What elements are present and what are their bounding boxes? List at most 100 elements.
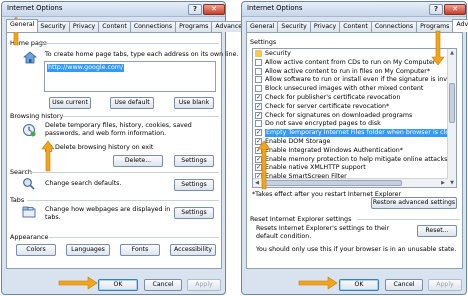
setting-checkbox[interactable] [255, 85, 262, 93]
apply-button[interactable]: Apply [428, 279, 462, 291]
search-header: Search [10, 168, 32, 176]
list-item-label: Check for signatures on downloaded progr… [265, 111, 413, 119]
help-icon[interactable]: ? [188, 4, 202, 15]
ok-button[interactable]: OK [339, 279, 379, 291]
cancel-button[interactable]: Cancel [385, 279, 423, 291]
advanced-settings-list[interactable]: Security Allow active content from CDs to… [252, 48, 457, 188]
divider [357, 219, 460, 220]
title-bar: Internet Options ? ✕ [2, 2, 225, 17]
title-bar: Internet Options ? ✕ [242, 2, 466, 17]
window-title: Internet Options [247, 4, 303, 12]
use-blank-button[interactable]: Use blank [174, 97, 214, 109]
horizontal-scrollbar[interactable]: ◀ ▶ [253, 178, 448, 187]
home-page-textarea[interactable]: http://www.google.com/ [44, 61, 216, 92]
reset-description: Resets Internet Explorer's settings to t… [256, 225, 390, 240]
setting-checkbox[interactable] [255, 67, 262, 75]
delete-button[interactable]: Delete... [113, 155, 163, 167]
setting-checkbox[interactable] [255, 76, 262, 84]
scroll-right-icon[interactable]: ▶ [439, 179, 447, 187]
close-icon[interactable]: ✕ [203, 4, 225, 15]
setting-checkbox[interactable]: ✓ [255, 103, 262, 110]
reset-note: You should only use this if your browser… [256, 246, 457, 253]
use-current-button[interactable]: Use current [49, 97, 91, 109]
divider [39, 43, 219, 44]
up-arrow-icon [431, 30, 445, 66]
scroll-thumb[interactable] [449, 83, 455, 123]
divider [59, 116, 219, 117]
accessibility-button[interactable]: Accessibility [170, 244, 216, 256]
browsing-history-header: Browsing history [10, 112, 64, 120]
list-item-label: Security [265, 50, 291, 57]
tab-privacy[interactable]: Privacy [68, 21, 99, 32]
list-item-label: Enable Integrated Windows Authentication… [265, 146, 403, 154]
list-item-label: Do not save encrypted pages to disk [265, 120, 381, 128]
list-item-label: Enable DOM Storage [265, 138, 331, 145]
browsing-history-description: Delete temporary files, history, cookies… [45, 122, 192, 137]
tab-strip: General Security Privacy Content Connect… [6, 19, 250, 32]
list-item-label: Allow active content from CDs to run on … [265, 58, 439, 66]
tabs-icon [22, 206, 36, 218]
tab-security[interactable]: Security [37, 21, 69, 32]
setting-checkbox[interactable]: ✓ [255, 94, 262, 101]
setting-checkbox[interactable]: ✓ [255, 111, 262, 119]
scroll-up-icon[interactable]: ▲ [448, 49, 456, 57]
list-item-label: Check for server certificate revocation* [265, 102, 390, 110]
delete-history-on-exit-label: Delete browsing history on exit [55, 144, 154, 151]
use-default-button[interactable]: Use default [110, 97, 154, 109]
divider [31, 172, 219, 173]
home-page-url: http://www.google.com/ [47, 64, 125, 72]
ok-button[interactable]: OK [98, 279, 138, 291]
setting-checkbox[interactable] [255, 58, 262, 66]
search-settings-button[interactable]: Settings [174, 179, 214, 191]
general-panel: Home page To create home page tabs, type… [6, 32, 239, 269]
colors-button[interactable]: Colors [16, 244, 56, 256]
window-title: Internet Options [7, 4, 63, 12]
tab-content[interactable]: Content [339, 21, 371, 32]
browsing-history-icon [23, 124, 36, 137]
tabs-settings-button[interactable]: Settings [174, 207, 214, 219]
setting-checkbox[interactable] [255, 120, 262, 128]
cancel-button[interactable]: Cancel [144, 279, 182, 291]
tab-connections[interactable]: Connections [129, 21, 176, 32]
right-arrow-icon [298, 276, 338, 290]
fonts-button[interactable]: Fonts [120, 244, 160, 256]
restore-advanced-settings-button[interactable]: Restore advanced settings [371, 197, 457, 209]
tabs-header: Tabs [10, 196, 25, 204]
close-icon[interactable]: ✕ [444, 4, 466, 15]
reset-header: Reset Internet Explorer settings [250, 215, 352, 223]
tab-advanced[interactable]: Advanced [452, 19, 468, 32]
list-item-label: Empty Temporary Internet Files folder wh… [265, 129, 456, 138]
languages-button[interactable]: Languages [66, 244, 110, 256]
tab-privacy[interactable]: Privacy [309, 21, 340, 32]
tab-connections[interactable]: Connections [370, 21, 417, 32]
list-item-label: Check for publisher's certificate revoca… [265, 94, 401, 101]
browsing-history-settings-button[interactable]: Settings [174, 155, 214, 167]
scroll-down-icon[interactable]: ▼ [448, 179, 456, 187]
setting-checkbox[interactable]: ✓ [255, 129, 262, 137]
right-arrow-icon [58, 276, 98, 290]
home-page-description: To create home page tabs, type each addr… [45, 51, 239, 58]
tabs-description: Change how webpages are displayed in tab… [45, 206, 171, 221]
list-item-label: Enable memory protection to help mitigat… [265, 155, 451, 163]
tab-general[interactable]: General [6, 19, 39, 32]
list-item-label: Allow software to run or install even if… [265, 76, 447, 84]
help-icon[interactable]: ? [429, 4, 443, 15]
scroll-thumb[interactable] [262, 180, 402, 186]
divider [27, 200, 219, 201]
reset-button[interactable]: Reset... [417, 225, 457, 237]
tab-security[interactable]: Security [277, 21, 310, 32]
list-item-label: Block unsecured images with other mixed … [265, 85, 424, 93]
vertical-scrollbar[interactable]: ▲ ▼ [447, 49, 456, 187]
tab-content[interactable]: Content [98, 21, 130, 32]
search-icon [23, 178, 35, 190]
tab-programs[interactable]: Programs [175, 21, 212, 32]
up-arrow-icon [257, 140, 271, 190]
lock-icon [255, 50, 262, 57]
settings-header: Settings [250, 38, 277, 46]
home-page-icon [23, 51, 37, 64]
advanced-panel: Settings Security Allow active content fr… [246, 32, 463, 269]
internet-options-window-general: Internet Options ? ✕ General Security Pr… [1, 1, 250, 295]
search-description: Change search defaults. [45, 180, 122, 187]
apply-button[interactable]: Apply [187, 279, 221, 291]
tab-general[interactable]: General [246, 21, 278, 32]
